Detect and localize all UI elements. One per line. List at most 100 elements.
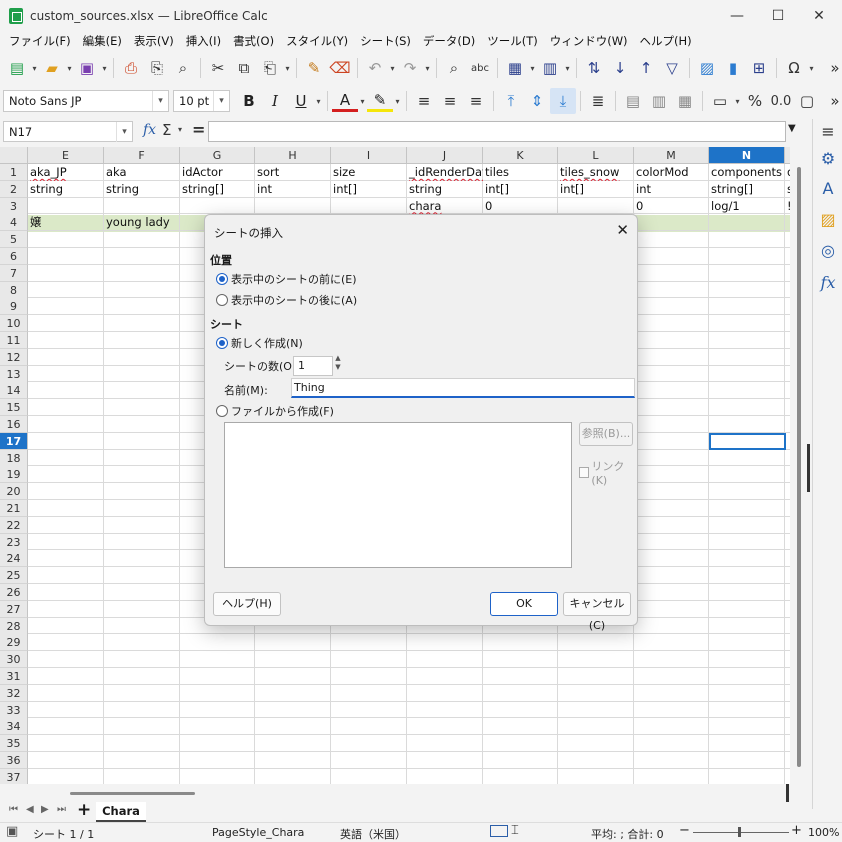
chevron-down-icon[interactable]: ▾ <box>152 91 168 111</box>
clear-formatting-icon[interactable]: ⌫ <box>327 55 353 81</box>
save-icon[interactable]: ▣ <box>74 55 100 81</box>
row-header-15[interactable]: 15 <box>0 399 28 417</box>
cell[interactable]: string <box>104 181 180 198</box>
open-dropdown-icon[interactable]: ▾ <box>65 64 74 73</box>
font-color-dropdown-icon[interactable]: ▾ <box>358 97 367 106</box>
highlight-dropdown-icon[interactable]: ▾ <box>393 97 402 106</box>
formula-input[interactable] <box>208 121 786 142</box>
column-dropdown-icon[interactable]: ▾ <box>563 64 572 73</box>
cell[interactable]: sort <box>255 164 331 181</box>
align-top-icon[interactable]: ⤒ <box>498 88 524 114</box>
column-header-j[interactable]: J <box>407 147 483 164</box>
checkbox-icon[interactable] <box>579 467 590 478</box>
tab-splitter-handle[interactable] <box>786 784 789 802</box>
row-header-31[interactable]: 31 <box>0 668 28 685</box>
menu-insert[interactable]: 挿入(I) <box>181 33 226 49</box>
menu-view[interactable]: 表示(V) <box>129 33 179 49</box>
radio-unselected-icon[interactable] <box>216 294 228 306</box>
column-header-g[interactable]: G <box>180 147 255 164</box>
row-header-18[interactable]: 18 <box>0 449 28 467</box>
currency-dropdown-icon[interactable]: ▾ <box>733 97 742 106</box>
row-header-21[interactable]: 21 <box>0 500 28 517</box>
menu-tools[interactable]: ツール(T) <box>482 33 543 49</box>
row-header-33[interactable]: 33 <box>0 701 28 719</box>
cell[interactable]: string <box>407 181 483 198</box>
font-size-combo[interactable]: 10 pt ▾ <box>173 90 230 112</box>
percent-icon[interactable]: % <box>742 88 768 114</box>
menu-help[interactable]: ヘルプ(H) <box>635 33 697 49</box>
redo-dropdown-icon[interactable]: ▾ <box>423 64 432 73</box>
column-header-m[interactable]: M <box>634 147 709 164</box>
previous-sheet-icon[interactable]: ◀ <box>26 804 34 815</box>
cell[interactable]: string[] <box>709 181 785 198</box>
page-style[interactable]: PageStyle_Chara <box>212 826 304 839</box>
undo-dropdown-icon[interactable]: ▾ <box>388 64 397 73</box>
font-color-icon[interactable]: A <box>332 90 358 112</box>
font-name-combo[interactable]: Noto Sans JP ▾ <box>3 90 169 112</box>
merge-cells-icon[interactable]: ▥ <box>646 88 672 114</box>
align-bottom-icon[interactable]: ⤓ <box>550 88 576 114</box>
pivot-table-icon[interactable]: ⊞ <box>746 55 772 81</box>
row-header-25[interactable]: 25 <box>0 567 28 585</box>
radio-from-file[interactable]: ファイルから作成(F) <box>216 403 334 419</box>
column-header-f[interactable]: F <box>104 147 180 164</box>
save-dropdown-icon[interactable]: ▾ <box>100 64 109 73</box>
select-all-corner[interactable] <box>0 147 28 164</box>
browse-button[interactable]: 参照(B)... <box>579 422 633 446</box>
row-header-1[interactable]: 1 <box>0 164 28 181</box>
toolbar-overflow-icon[interactable]: » <box>822 55 842 81</box>
cell[interactable]: tiles_snow <box>558 164 634 181</box>
align-left-icon[interactable]: ≡ <box>411 88 437 114</box>
cell[interactable]: string[] <box>180 181 255 198</box>
row-header-10[interactable]: 10 <box>0 315 28 333</box>
radio-selected-icon[interactable] <box>216 273 228 285</box>
wrap-text-icon[interactable]: ≣ <box>585 88 611 114</box>
maximize-button[interactable]: ☐ <box>755 0 801 31</box>
minimize-button[interactable]: — <box>714 0 760 31</box>
row-header-9[interactable]: 9 <box>0 298 28 316</box>
italic-icon[interactable]: I <box>262 88 288 114</box>
ok-button[interactable]: OK <box>490 592 558 616</box>
cut-icon[interactable]: ✂ <box>205 55 231 81</box>
row-icon[interactable]: ▦ <box>502 55 528 81</box>
sidebar-menu-icon[interactable]: ≡ <box>816 119 840 143</box>
print-icon[interactable]: ⎘ <box>144 55 170 81</box>
cell[interactable]: colorMod <box>634 164 709 181</box>
row-header-14[interactable]: 14 <box>0 382 28 400</box>
radio-after-current[interactable]: 表示中のシートの後に(A) <box>216 292 357 308</box>
date-format-icon[interactable]: ▢ <box>794 88 820 114</box>
sort-ascending-icon[interactable]: ↓ <box>607 55 633 81</box>
cell[interactable]: aka <box>104 164 180 181</box>
cell[interactable]: string <box>28 181 104 198</box>
sum-dropdown-icon[interactable]: ▾ <box>178 125 182 134</box>
radio-unselected-icon[interactable] <box>216 405 228 417</box>
file-sheet-list[interactable] <box>224 422 572 568</box>
cell[interactable]: int[] <box>331 181 407 198</box>
row-header-11[interactable]: 11 <box>0 332 28 349</box>
merge-center-icon[interactable]: ▤ <box>620 88 646 114</box>
vertical-scrollbar[interactable] <box>790 147 808 784</box>
column-header-h[interactable]: H <box>255 147 331 164</box>
cell[interactable]: int <box>255 181 331 198</box>
row-header-3[interactable]: 3 <box>0 197 28 215</box>
number-format-currency-icon[interactable]: ▭ <box>707 88 733 114</box>
row-header-12[interactable]: 12 <box>0 348 28 366</box>
row-header-22[interactable]: 22 <box>0 516 28 534</box>
export-pdf-icon[interactable]: ⎙ <box>118 55 144 81</box>
name-box[interactable]: N17 ▾ <box>3 121 133 142</box>
cell[interactable]: 嬢 <box>28 214 104 231</box>
column-icon[interactable]: ▥ <box>537 55 563 81</box>
first-sheet-icon[interactable]: ⏮ <box>9 804 18 815</box>
row-header-29[interactable]: 29 <box>0 634 28 652</box>
row-header-8[interactable]: 8 <box>0 281 28 299</box>
sheet-count-stepper[interactable]: ▲ ▼ <box>331 354 345 374</box>
row-header-17[interactable]: 17 <box>0 432 28 450</box>
cell[interactable]: tiles <box>483 164 558 181</box>
menu-sheet[interactable]: シート(S) <box>355 33 416 49</box>
radio-selected-icon[interactable] <box>216 337 228 349</box>
cell[interactable]: 0 <box>483 198 558 215</box>
cell[interactable]: chara <box>407 198 483 215</box>
row-header-36[interactable]: 36 <box>0 752 28 769</box>
cell[interactable]: idActor <box>180 164 255 181</box>
undo-icon[interactable]: ↶ <box>362 55 388 81</box>
